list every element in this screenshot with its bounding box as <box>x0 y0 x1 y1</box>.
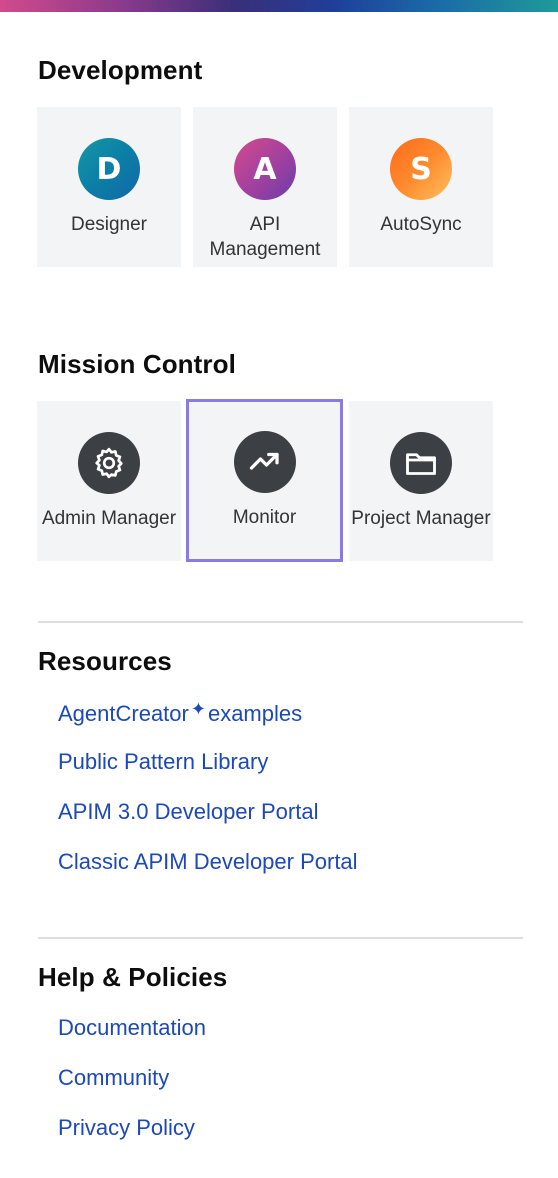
tile-api-management[interactable]: A API Management <box>193 107 337 267</box>
link-agentcreator-examples[interactable]: AgentCreator ✦examples <box>58 699 302 727</box>
tile-label: API Management <box>209 214 321 260</box>
section-title-help-policies: Help & Policies <box>38 962 228 992</box>
letter-s-icon: S <box>390 138 452 200</box>
section-title-resources: Resources <box>38 646 172 676</box>
brand-gradient-bar <box>0 0 558 12</box>
tile-project-manager[interactable]: Project Manager <box>349 401 493 561</box>
gear-icon <box>78 432 140 494</box>
link-documentation[interactable]: Documentation <box>58 1015 206 1041</box>
sparkle-icon: ✦ <box>190 699 206 719</box>
tile-label: Designer <box>70 214 148 235</box>
link-text: AgentCreator <box>58 701 189 726</box>
tile-monitor[interactable]: Monitor <box>186 399 343 562</box>
tile-autosync[interactable]: S AutoSync <box>349 107 493 267</box>
divider <box>38 621 523 623</box>
link-public-pattern-library[interactable]: Public Pattern Library <box>58 749 268 775</box>
trend-up-icon <box>233 431 296 493</box>
tile-label: Admin Manager <box>41 508 177 529</box>
link-privacy-policy[interactable]: Privacy Policy <box>58 1115 195 1141</box>
tile-label: Monitor <box>232 507 297 528</box>
section-title-mission-control: Mission Control <box>38 349 236 379</box>
link-classic-apim-developer-portal[interactable]: Classic APIM Developer Portal <box>58 849 358 875</box>
link-text: examples <box>207 701 303 726</box>
link-apim3-developer-portal[interactable]: APIM 3.0 Developer Portal <box>58 799 318 825</box>
divider <box>38 937 523 939</box>
folder-icon <box>390 432 452 494</box>
tile-admin-manager[interactable]: Admin Manager <box>37 401 181 561</box>
tile-label: AutoSync <box>380 214 462 235</box>
tile-label: Project Manager <box>351 508 491 529</box>
link-community[interactable]: Community <box>58 1065 169 1091</box>
section-title-development: Development <box>38 55 203 85</box>
tile-designer[interactable]: D Designer <box>37 107 181 267</box>
letter-d-icon: D <box>78 138 140 200</box>
letter-a-icon: A <box>234 138 296 200</box>
